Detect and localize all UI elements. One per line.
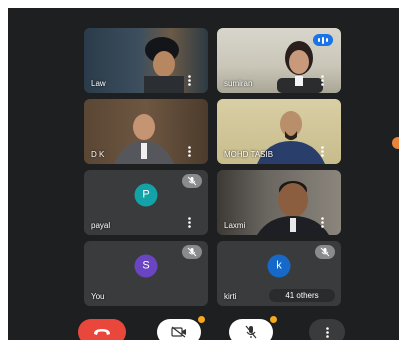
mic-off-icon	[315, 245, 335, 259]
participant-tile-dk[interactable]: D K	[84, 99, 208, 164]
phone-hangup-icon	[94, 329, 110, 335]
more-options-icon[interactable]	[188, 146, 191, 157]
camera-toggle-button[interactable]	[157, 316, 205, 340]
speaking-indicator-icon	[313, 34, 333, 46]
participant-name: Law	[91, 79, 106, 88]
participant-name: kirti	[224, 292, 237, 301]
participant-name: D K	[91, 150, 105, 159]
mic-off-icon	[182, 174, 202, 188]
more-options-icon[interactable]	[188, 75, 191, 86]
more-options-icon[interactable]	[321, 75, 324, 86]
more-options-icon[interactable]	[321, 146, 324, 157]
participant-tile-sumiran[interactable]: sumiran	[217, 28, 341, 93]
participant-name: sumiran	[224, 79, 253, 88]
participant-name: payal	[91, 221, 111, 230]
end-call-button[interactable]	[78, 319, 126, 340]
participant-tile-you[interactable]: S You	[84, 241, 208, 306]
participant-tile-kirti[interactable]: k kirti 41 others	[217, 241, 341, 306]
avatar: P	[134, 183, 158, 207]
participant-name: You	[91, 292, 105, 301]
warning-badge	[270, 316, 277, 323]
avatar: S	[134, 254, 158, 278]
warning-badge	[198, 316, 205, 323]
others-count-button[interactable]: 41 others	[269, 289, 335, 302]
mic-off-icon	[245, 325, 257, 339]
mic-off-icon	[182, 245, 202, 259]
more-options-button[interactable]	[309, 319, 345, 340]
participant-tile-laxmi[interactable]: Laxmi	[217, 170, 341, 235]
participant-name: MOHD TASIB	[224, 150, 274, 159]
participant-name: Laxmi	[224, 221, 246, 230]
avatar: k	[267, 254, 291, 278]
camera-off-icon	[171, 326, 186, 338]
more-options-icon[interactable]	[321, 217, 324, 228]
participant-tile-mohd-tasib[interactable]: MOHD TASIB	[217, 99, 341, 164]
participant-tile-payal[interactable]: P payal	[84, 170, 208, 235]
more-options-icon[interactable]	[188, 217, 191, 228]
meeting-screen: Law sumiran D K MOHD TASIB P payal Laxmi…	[8, 8, 399, 340]
side-panel-tab[interactable]	[392, 137, 399, 149]
more-vert-icon	[325, 326, 329, 338]
mic-toggle-button[interactable]	[229, 316, 277, 340]
participant-tile-law[interactable]: Law	[84, 28, 208, 93]
